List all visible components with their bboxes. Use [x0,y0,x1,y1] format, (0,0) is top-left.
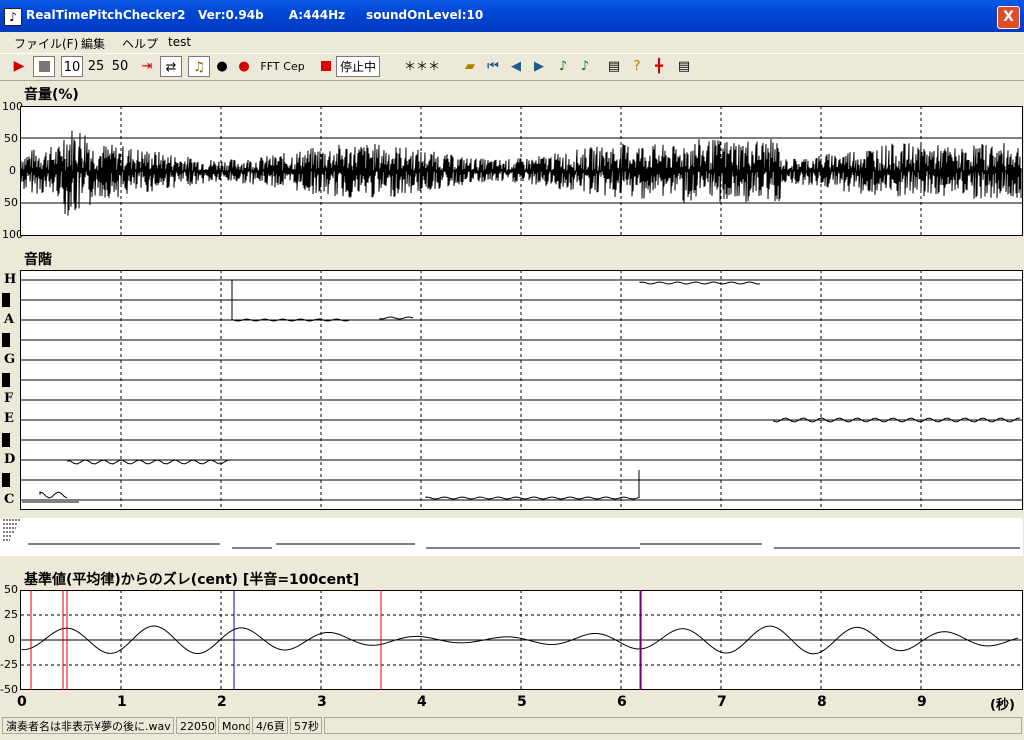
page-indicator: 4/6頁 [252,717,288,734]
duration: 57秒 [290,717,322,734]
time-tick: 3 [317,694,327,710]
pitch-trace [67,459,231,465]
time-tick: 9 [917,694,927,710]
time-tick: 6 [617,694,627,710]
pitch-trace [379,316,414,320]
time-tick: 4 [417,694,427,710]
pitch-trace [425,496,640,500]
channel-mode: Mono [218,717,250,734]
time-tick: 1 [117,694,127,710]
file-name: 演奏者名は非表示¥夢の後に.wav [2,717,174,734]
pitch-trace [639,281,761,285]
pitch-trace [39,491,68,499]
plot-layer [3,106,1022,690]
time-tick: 2 [217,694,227,710]
status-bar: 演奏者名は非表示¥夢の後に.wav 22050 Mono 4/6頁 57秒 [0,716,1024,736]
sample-rate: 22050 [176,717,216,734]
time-tick: 0 [17,694,27,710]
status-empty [324,717,1022,734]
time-tick: 5 [517,694,527,710]
time-unit-label: (秒) [990,698,1015,713]
time-tick: 8 [817,694,827,710]
time-tick: 7 [717,694,727,710]
